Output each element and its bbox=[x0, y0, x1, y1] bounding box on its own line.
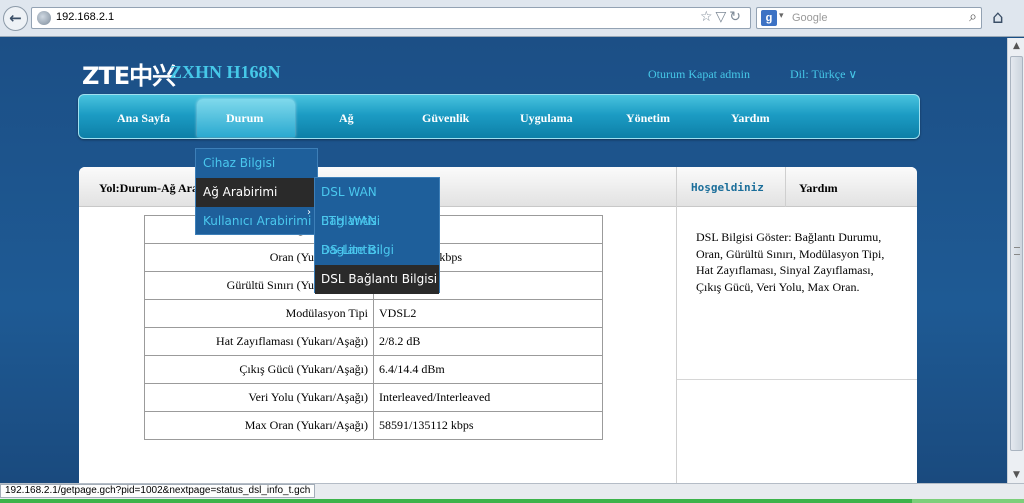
menu-network-interface[interactable]: Ağ Arabirimi bbox=[196, 178, 317, 207]
menu-user-interface-label: Kullanıcı Arabirimi bbox=[203, 214, 312, 228]
nav-management[interactable]: Yönetim bbox=[626, 111, 670, 126]
zte-logo: ZTE中兴 bbox=[82, 62, 176, 90]
scroll-thumb[interactable] bbox=[1010, 56, 1023, 451]
table-row: Çıkış Gücü (Yukarı/Aşağı) 6.4/14.4 dBm bbox=[144, 355, 603, 384]
search-input[interactable]: Google bbox=[792, 12, 827, 24]
menu-ds-lite[interactable]: DS-Lite Bilgi bbox=[315, 236, 439, 265]
row-value: 6.4/14.4 dBm bbox=[373, 355, 603, 384]
status-dropdown: Cihaz Bilgisi Ağ Arabirimi Kullanıcı Ara… bbox=[195, 148, 318, 235]
panel-divider bbox=[676, 167, 677, 483]
help-text: DSL Bilgisi Göster: Bağlantı Durumu, Ora… bbox=[696, 230, 885, 294]
help-divider bbox=[677, 379, 917, 380]
grip-icon bbox=[1014, 247, 1020, 255]
vertical-scrollbar[interactable]: ▲ ▼ bbox=[1007, 38, 1024, 483]
language-select[interactable]: Dil: Türkçe ∨ bbox=[790, 67, 857, 82]
search-bar[interactable]: g ▾ Google ⌕ bbox=[756, 7, 982, 29]
home-icon[interactable]: ⌂ bbox=[992, 7, 1003, 28]
router-page: ZTE中兴 ZXHN H168N Oturum Kapat admin Dil:… bbox=[0, 38, 1007, 483]
browser-toolbar: ← 192.168.2.1 ☆▽↻ g ▾ Google ⌕ ⌂ bbox=[0, 0, 1024, 37]
table-row: Veri Yolu (Yukarı/Aşağı) Interleaved/Int… bbox=[144, 383, 603, 412]
row-value: VDSL2 bbox=[373, 299, 603, 328]
scroll-down-arrow-icon[interactable]: ▼ bbox=[1009, 467, 1024, 483]
logout-link[interactable]: Oturum Kapat admin bbox=[648, 67, 750, 82]
network-interface-submenu: DSL WAN Baglantisi ETH WAN Baglantisi DS… bbox=[314, 177, 440, 294]
nav-network[interactable]: Ağ bbox=[339, 111, 354, 126]
taskbar-strip bbox=[0, 499, 1024, 503]
nav-help[interactable]: Yardım bbox=[731, 111, 770, 126]
row-value: 58591/135112 kbps bbox=[373, 411, 603, 440]
row-label: Veri Yolu (Yukarı/Aşağı) bbox=[144, 383, 374, 412]
globe-icon bbox=[37, 11, 51, 25]
address-bar[interactable]: 192.168.2.1 ☆▽↻ bbox=[31, 7, 751, 29]
back-arrow-icon[interactable]: ← bbox=[3, 6, 28, 31]
row-label: Max Oran (Yukarı/Aşağı) bbox=[144, 411, 374, 440]
bookmark-star-icon[interactable]: ☆▽↻ bbox=[700, 9, 744, 25]
search-icon[interactable]: ⌕ bbox=[969, 9, 977, 25]
row-label: Hat Zayıflaması (Yukarı/Aşağı) bbox=[144, 327, 374, 356]
google-icon[interactable]: g bbox=[761, 10, 777, 26]
menu-dsl-wan[interactable]: DSL WAN Baglantisi bbox=[315, 178, 439, 228]
row-label: Modülasyon Tipi bbox=[144, 299, 374, 328]
tab-divider bbox=[785, 167, 786, 207]
status-url: 192.168.2.1/getpage.gch?pid=1002&nextpag… bbox=[0, 484, 316, 498]
menu-eth-wan[interactable]: ETH WAN Baglantisi bbox=[315, 207, 439, 257]
taskbar-segment bbox=[912, 499, 1024, 503]
tab-welcome[interactable]: Hoşgeldiniz bbox=[691, 181, 764, 194]
row-label: Çıkış Gücü (Yukarı/Aşağı) bbox=[144, 355, 374, 384]
nav-application[interactable]: Uygulama bbox=[520, 111, 573, 126]
url-text[interactable]: 192.168.2.1 bbox=[56, 11, 114, 23]
row-value: 2/8.2 dB bbox=[373, 327, 603, 356]
chevron-right-icon: › bbox=[307, 207, 311, 218]
table-row: Modülasyon Tipi VDSL2 bbox=[144, 299, 603, 328]
chevron-down-icon[interactable]: ▾ bbox=[779, 11, 784, 21]
model-name: ZXHN H168N bbox=[170, 62, 281, 82]
nav-security[interactable]: Güvenlik bbox=[422, 111, 469, 126]
scroll-up-arrow-icon[interactable]: ▲ bbox=[1009, 38, 1024, 54]
table-row: Hat Zayıflaması (Yukarı/Aşağı) 2/8.2 dB bbox=[144, 327, 603, 356]
menu-user-interface[interactable]: Kullanıcı Arabirimi › bbox=[196, 207, 317, 236]
menu-dsl-connection-info[interactable]: DSL Bağlantı Bilgisi bbox=[315, 265, 439, 294]
menu-device-info[interactable]: Cihaz Bilgisi bbox=[196, 149, 317, 178]
browser-statusbar: 192.168.2.1/getpage.gch?pid=1002&nextpag… bbox=[0, 483, 1024, 503]
tab-help[interactable]: Yardım bbox=[799, 181, 838, 196]
table-row: Max Oran (Yukarı/Aşağı) 58591/135112 kbp… bbox=[144, 411, 603, 440]
nav-status[interactable]: Durum bbox=[226, 111, 263, 126]
row-value: Interleaved/Interleaved bbox=[373, 383, 603, 412]
main-nav: Ana Sayfa Durum Ağ Güvenlik Uygulama Yön… bbox=[78, 94, 920, 139]
nav-home[interactable]: Ana Sayfa bbox=[117, 111, 170, 126]
